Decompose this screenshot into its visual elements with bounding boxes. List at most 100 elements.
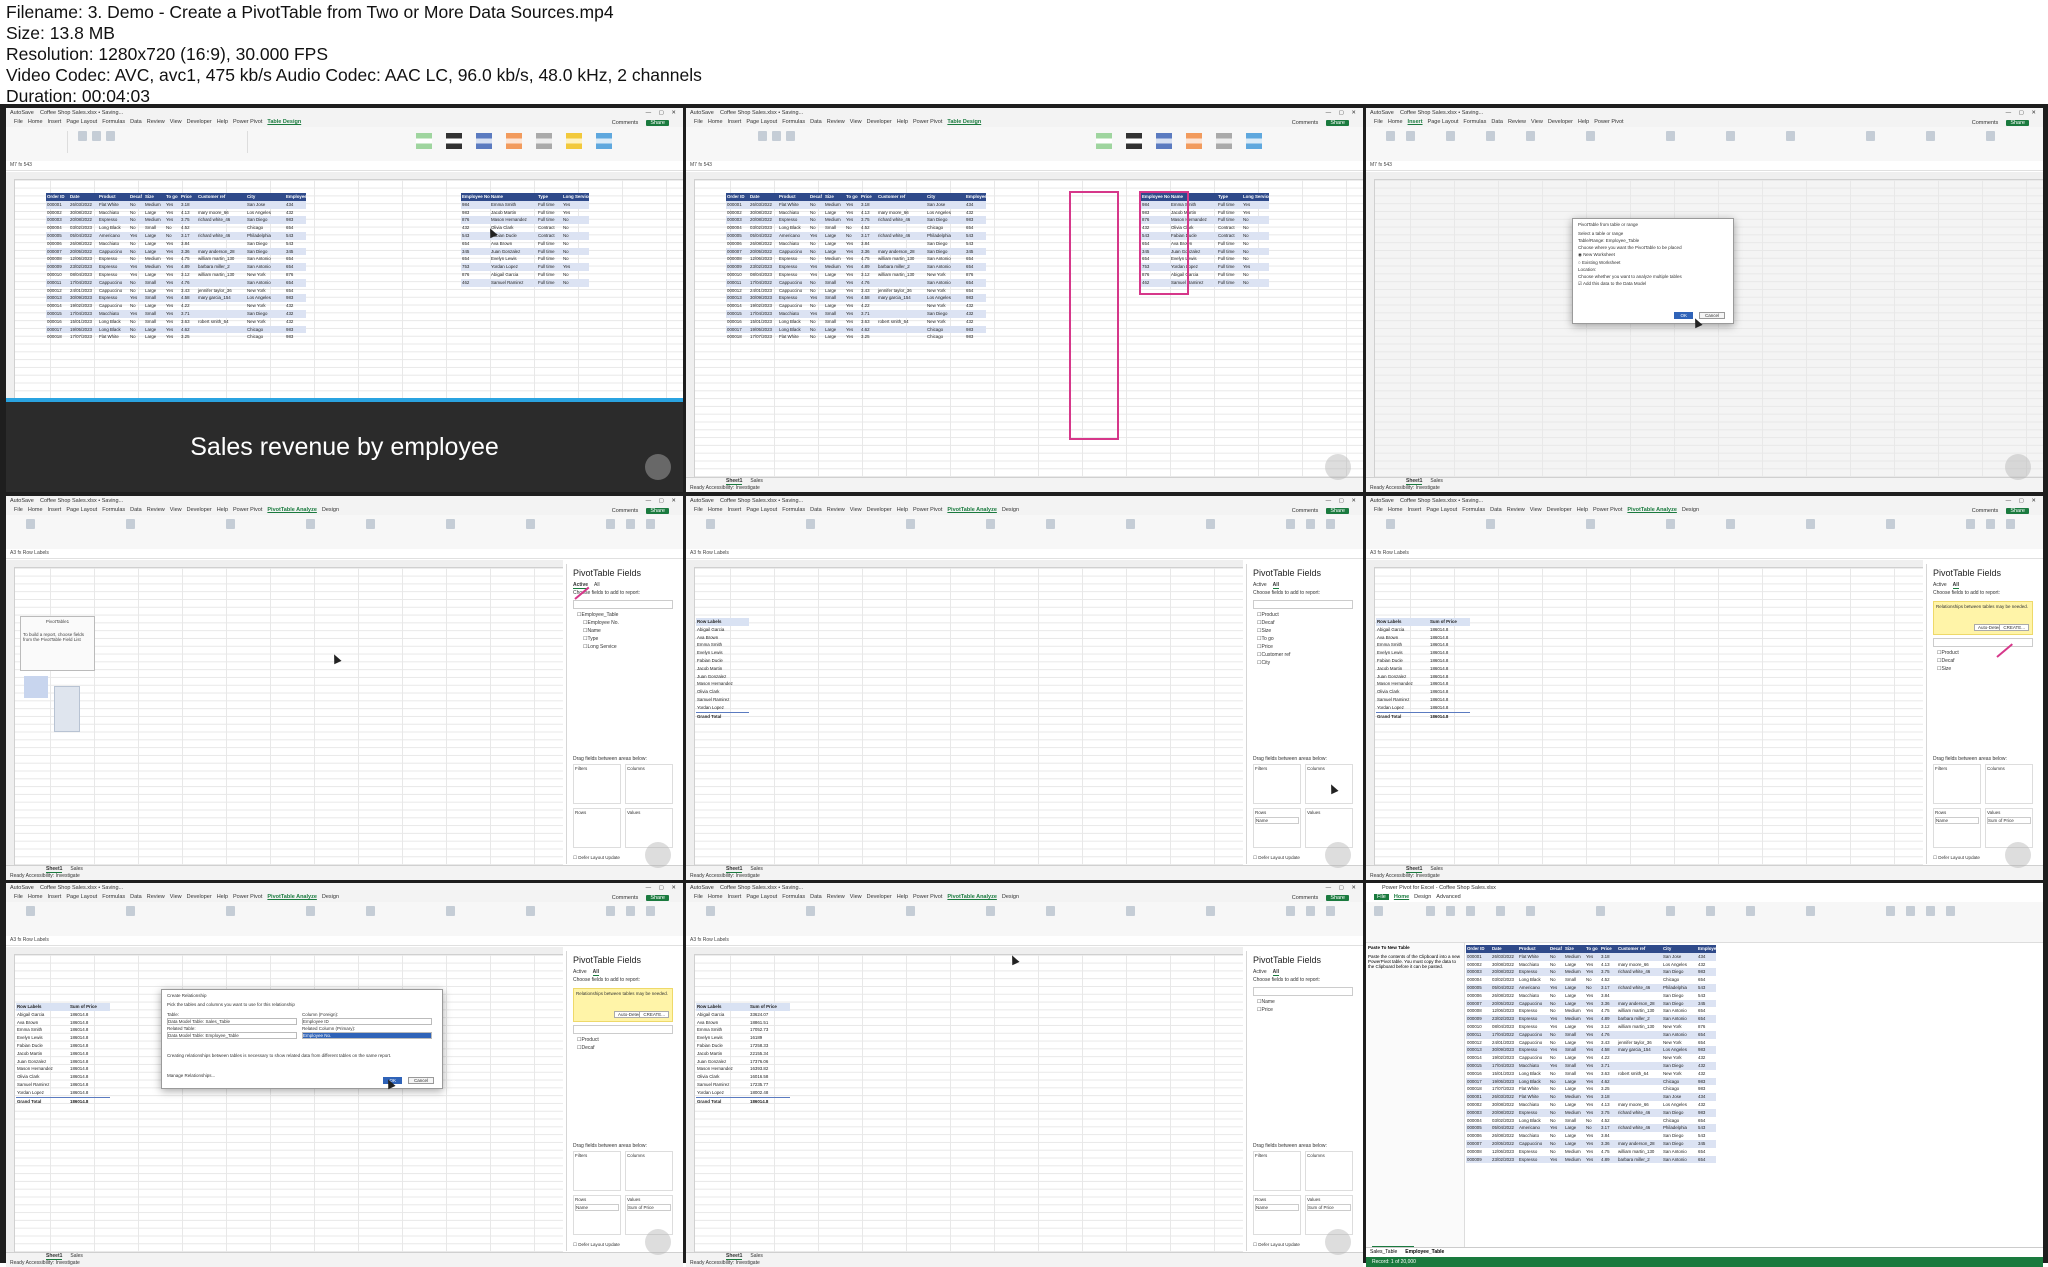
tab-all[interactable]: All <box>1272 969 1280 976</box>
table-cell[interactable]: 000015 <box>46 310 69 318</box>
table-cell[interactable]: 000002 <box>1466 1101 1491 1109</box>
tab-design[interactable]: Design <box>1002 894 1019 900</box>
rows-area[interactable]: Rows Name <box>1253 808 1301 848</box>
pivot-row[interactable]: Abigail Garcia 33624.07 <box>696 1011 790 1019</box>
table-cell[interactable]: Macchiato <box>98 240 129 248</box>
tab-developer[interactable]: Developer <box>1548 119 1573 125</box>
table-cell[interactable]: Espresso <box>778 216 809 224</box>
play-icon[interactable] <box>2005 454 2031 480</box>
share-button[interactable]: Share <box>2006 120 2029 126</box>
rows-field-chip[interactable]: Name <box>1255 817 1299 824</box>
pivot-row-label[interactable]: Abigail Garcia <box>696 1011 749 1019</box>
tab-pivottable-analyze[interactable]: PivotTable Analyze <box>267 507 317 513</box>
table-cell[interactable]: 4.76 <box>180 279 197 287</box>
table-cell[interactable]: Large <box>824 271 845 279</box>
table-style-swatch[interactable] <box>596 133 612 149</box>
table-cell[interactable]: No <box>1585 976 1600 984</box>
comments-button[interactable]: Comments <box>612 508 639 514</box>
table-cell[interactable]: New York <box>1662 1070 1697 1078</box>
table-cell[interactable]: 432 <box>965 302 986 310</box>
table-cell[interactable]: 4.13 <box>1600 961 1617 969</box>
tab-home[interactable]: Home <box>708 507 723 513</box>
tab-page-layout[interactable]: Page Layout <box>746 894 777 900</box>
sum-of-price-header[interactable]: Sum of Price <box>69 1003 110 1011</box>
sheet-tab-sales[interactable]: Sales <box>1430 478 1443 484</box>
pivot-row-label[interactable]: Yordan Lopez <box>1376 704 1429 712</box>
table-cell[interactable]: Yes <box>1585 953 1600 961</box>
table-cell[interactable]: Large <box>1564 1039 1585 1047</box>
column-header[interactable]: Name <box>490 193 537 201</box>
pivot-row[interactable]: Samuel Ramirez 17235.77 <box>696 1081 790 1089</box>
pivot-row-label[interactable]: Olivia Clark <box>1376 688 1429 696</box>
column-header[interactable]: City <box>926 193 965 201</box>
table-cell[interactable]: 000006 <box>1466 1132 1491 1140</box>
table-cell[interactable]: San Diego <box>926 216 965 224</box>
table-cell[interactable]: San Antonio <box>1662 1007 1697 1015</box>
table-cell[interactable]: 3.36 <box>1600 1000 1617 1008</box>
table-cell[interactable]: 4.75 <box>180 255 197 263</box>
table-cell[interactable]: 876 <box>965 271 986 279</box>
rows-area[interactable]: Rows Name <box>573 1195 621 1235</box>
table-cell[interactable]: 000008 <box>1466 1148 1491 1156</box>
pivot-row-label[interactable]: Mason Hernandez <box>1376 680 1429 688</box>
table-row[interactable]: 000002 30/08/2022 Macchiato No Large Yes 4.13 m… <box>1466 961 1716 969</box>
table-cell[interactable]: No <box>562 232 589 240</box>
table-cell[interactable]: robert smith_64 <box>197 318 246 326</box>
table-cell[interactable]: 983 <box>1697 1046 1716 1054</box>
grand-total-label[interactable]: Grand Total <box>696 713 749 721</box>
table-cell[interactable]: 26/08/2022 <box>1491 1132 1518 1140</box>
tab-active[interactable]: Active <box>573 969 587 975</box>
table-row[interactable]: 000014 19/02/2023 Cappuccino No Large Yes 4.22… <box>726 302 986 310</box>
table-cell[interactable]: Small <box>824 224 845 232</box>
table-cell[interactable]: 000011 <box>46 279 69 287</box>
table-cell[interactable]: 3.12 <box>860 271 877 279</box>
sheet-tab-sales[interactable]: Sales <box>70 1253 83 1259</box>
table-cell[interactable]: No <box>809 287 824 295</box>
table-cell[interactable]: San Diego <box>246 310 285 318</box>
table-cell[interactable]: Small <box>1564 1062 1585 1070</box>
table-cell[interactable]: richard white_46 <box>197 216 246 224</box>
table-cell[interactable]: Philadelphia <box>1662 1124 1697 1132</box>
table-cell[interactable]: 03/02/2023 <box>749 224 778 232</box>
pivot-row[interactable]: Emma Smith 186014.8 <box>1376 641 1470 649</box>
table-cell[interactable]: Large <box>1564 1132 1585 1140</box>
field-checkbox[interactable]: Customer ref <box>1247 651 1359 659</box>
pivot-row-label[interactable]: Juan Gonzalez <box>1376 673 1429 681</box>
pivot-value[interactable]: 17258.33 <box>749 1042 790 1050</box>
table-cell[interactable]: Macchiato <box>778 310 809 318</box>
table-cell[interactable]: Chicago <box>246 224 285 232</box>
table-cell[interactable]: No <box>809 224 824 232</box>
table-cell[interactable]: 05/04/2022 <box>1491 984 1518 992</box>
autosave-toggle[interactable]: AutoSave <box>10 885 34 891</box>
table-cell[interactable]: No <box>562 279 589 287</box>
table-cell[interactable]: Emma Smith <box>490 201 537 209</box>
pivot-row-label[interactable]: Fabian Ducle <box>696 657 749 665</box>
table-cell[interactable]: Cappuccino <box>778 302 809 310</box>
pivot-value[interactable]: 186014.8 <box>69 1073 110 1081</box>
pivot-row[interactable]: Evelyn Lewis <box>696 649 749 657</box>
tab-file[interactable]: File <box>694 894 703 900</box>
table-cell[interactable]: Espresso <box>98 294 129 302</box>
table-cell[interactable]: 12/06/2023 <box>69 255 98 263</box>
table-cell[interactable]: 000016 <box>726 318 749 326</box>
pivot-row-label[interactable]: Evelyn Lewis <box>16 1034 69 1042</box>
tab-help[interactable]: Help <box>217 894 228 900</box>
pivot-row-label[interactable]: Ava Brown <box>1376 634 1429 642</box>
thumbnail-3[interactable]: AutoSave Coffee Shop Sales.xlsx • Saving… <box>1366 108 2043 492</box>
table-cell[interactable]: Philadelphia <box>246 232 285 240</box>
table-cell[interactable]: 345 <box>285 248 306 256</box>
table-cell[interactable]: 000005 <box>1466 1124 1491 1132</box>
pivot-row[interactable]: Samuel Ramirez 186014.8 <box>1376 696 1470 704</box>
column-header[interactable]: Size <box>824 193 845 201</box>
table-cell[interactable]: No <box>1549 961 1564 969</box>
table-cell[interactable]: william martin_130 <box>197 255 246 263</box>
pivot-row[interactable]: Jacob Martin 186014.8 <box>1376 665 1470 673</box>
table-cell[interactable]: 983 <box>1697 1078 1716 1086</box>
table-cell[interactable]: 23/02/2023 <box>69 263 98 271</box>
table-cell[interactable]: 000004 <box>1466 1117 1491 1125</box>
table-cell[interactable]: barbara miller_2 <box>1617 1156 1662 1164</box>
tab-design[interactable]: Design <box>322 507 339 513</box>
row-labels-header[interactable]: Row Labels <box>696 1003 749 1011</box>
pivot-value[interactable]: 16393.82 <box>749 1065 790 1073</box>
pivot-row-label[interactable]: Fabian Ducle <box>16 1042 69 1050</box>
